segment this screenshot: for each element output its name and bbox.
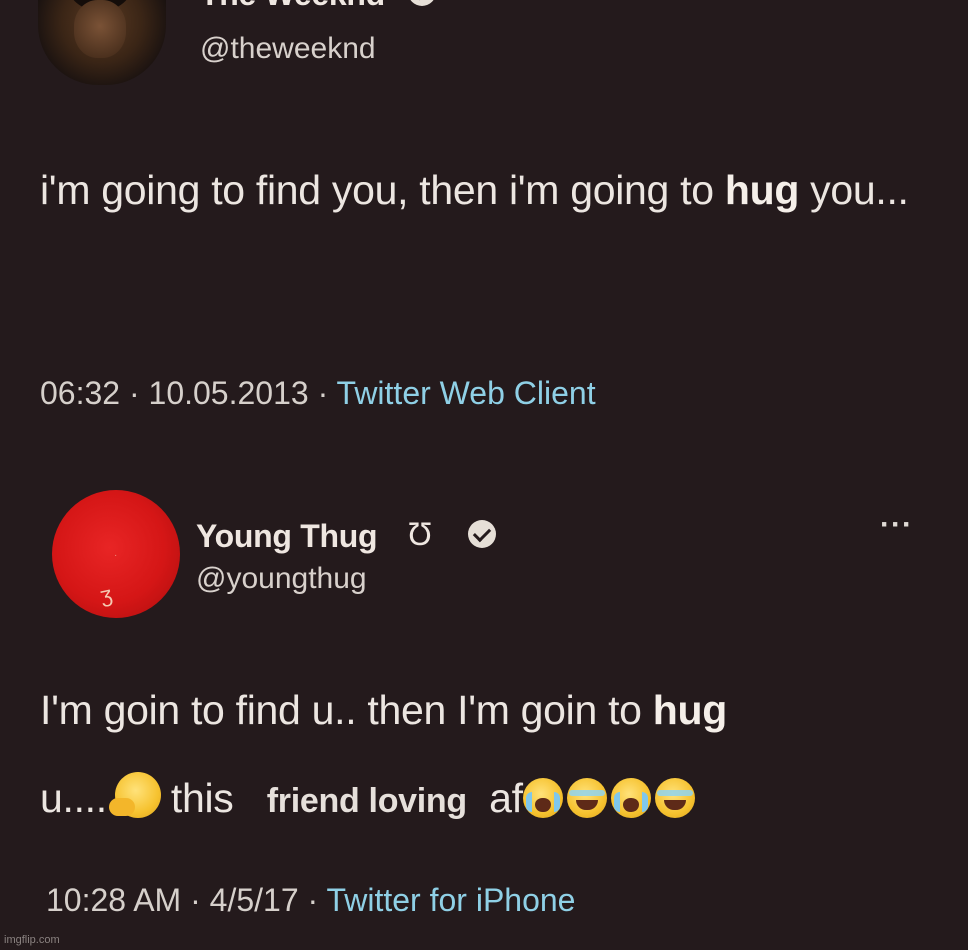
more-options-icon[interactable]: ···: [880, 508, 913, 542]
tweet-text: i'm going to find you, then i'm going to…: [40, 146, 940, 234]
tweet-time[interactable]: 10:28 AM: [46, 882, 181, 918]
face-with-tears-of-joy-icon: [566, 778, 607, 818]
avatar-mark: ·: [114, 550, 118, 561]
meta-separator: ·: [307, 882, 319, 918]
loudly-crying-face-icon: [522, 778, 563, 818]
tweet-text-friend-loving: friend loving: [266, 782, 467, 820]
verified-badge-icon: [408, 0, 436, 6]
watermark: imgflip.com: [4, 934, 60, 946]
tweet-text-hug: hug: [652, 687, 728, 733]
meta-separator: ·: [317, 375, 329, 411]
avatar-face: [74, 0, 126, 58]
tweet-text-hug: hug: [724, 167, 800, 213]
tweet-text-part: I'm goin to find u.. then I'm goin to: [40, 687, 653, 733]
tweet-date[interactable]: 4/5/17: [210, 882, 299, 918]
meta-separator: ·: [128, 375, 140, 411]
tweet-source-link[interactable]: Twitter for iPhone: [326, 882, 575, 918]
display-name[interactable]: Young Thug: [196, 518, 378, 555]
tweet-source-link[interactable]: Twitter Web Client: [337, 375, 596, 411]
face-with-tears-of-joy-icon: [654, 778, 695, 818]
avatar-weeknd[interactable]: [38, 0, 166, 85]
tweet-weeknd: The Weeknd @theweeknd ··· i'm going to f…: [0, 0, 968, 420]
loudly-crying-face-icon: [610, 778, 651, 818]
tweet-text-part: i'm going to find you, then i'm going to: [40, 167, 725, 213]
meta-separator: ·: [190, 882, 201, 918]
name-symbol: Ʊ: [408, 516, 432, 552]
tweet-meta: 06:32 · 10.05.2013 · Twitter Web Client: [40, 375, 596, 412]
tweet-date[interactable]: 10.05.2013: [149, 375, 309, 411]
tweet-text-part: af: [489, 775, 523, 821]
avatar-youngthug[interactable]: · ʒ: [52, 490, 180, 618]
tweet-text-part: u....: [40, 775, 107, 821]
user-handle[interactable]: @youngthug: [196, 562, 367, 596]
tweet-text: I'm goin to find u.. then I'm goin to hu…: [40, 666, 940, 845]
verified-badge-icon: [468, 520, 496, 548]
user-handle[interactable]: @theweeknd: [200, 32, 376, 66]
display-name[interactable]: The Weeknd: [200, 0, 385, 13]
tweet-meta: 10:28 AM · 4/5/17 · Twitter for iPhone: [46, 882, 575, 919]
tweet-time[interactable]: 06:32: [40, 375, 120, 411]
tweet-text-part: you...: [799, 167, 909, 213]
avatar-scribble: ʒ: [97, 581, 115, 608]
tweet-text-part: this: [170, 775, 234, 821]
tweet-youngthug: · ʒ Young Thug Ʊ @youngthug ··· I'm goin…: [0, 490, 968, 940]
thinking-face-icon: [108, 772, 161, 818]
